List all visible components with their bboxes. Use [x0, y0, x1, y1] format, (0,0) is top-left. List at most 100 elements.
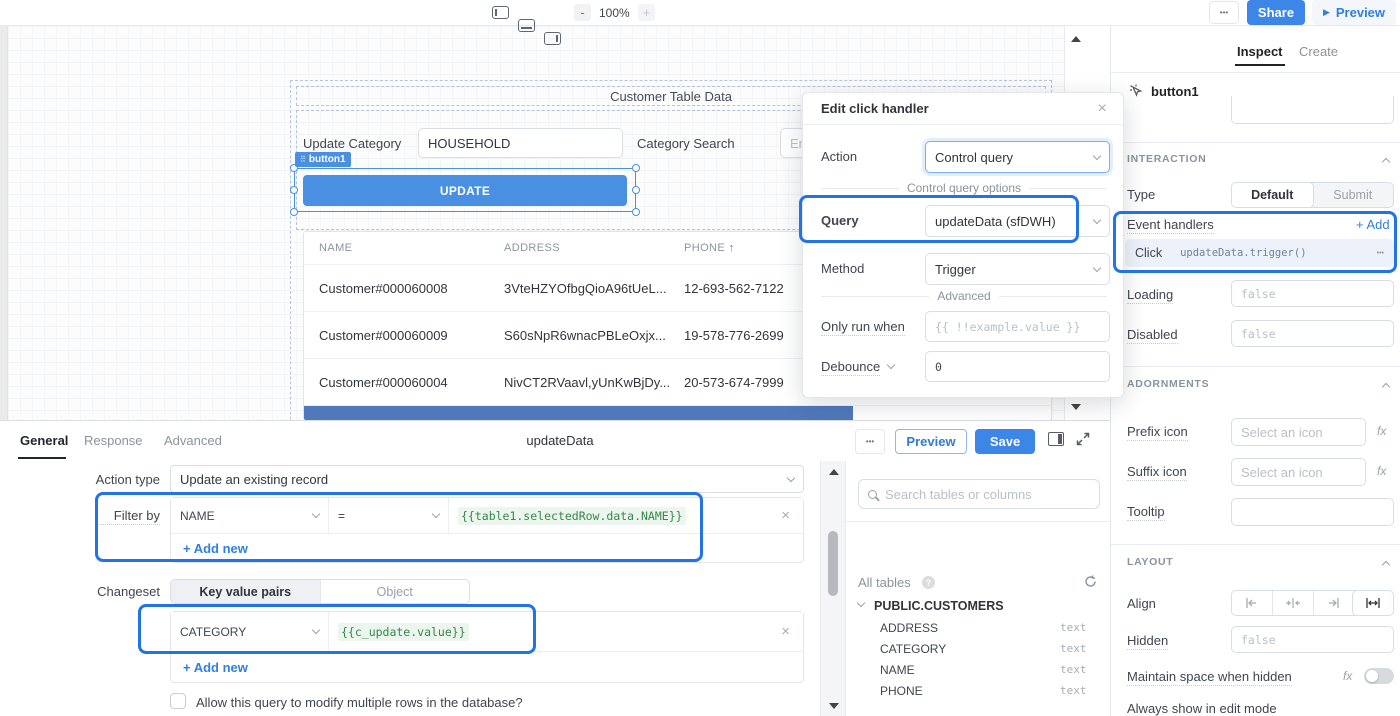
- suffix-icon-input[interactable]: Select an icon: [1231, 458, 1366, 486]
- event-row-more-icon[interactable]: •••: [1377, 250, 1384, 257]
- tab-advanced[interactable]: Advanced: [164, 433, 222, 448]
- schema-column-name[interactable]: ADDRESS: [880, 621, 938, 635]
- align-center-icon[interactable]: [1272, 591, 1313, 615]
- align-right-icon[interactable]: [1313, 591, 1354, 615]
- refresh-icon[interactable]: [1084, 575, 1097, 588]
- align-stretch-icon[interactable]: [1352, 590, 1394, 616]
- share-button[interactable]: Share: [1247, 0, 1305, 25]
- query-select[interactable]: updateData (sfDWH): [925, 205, 1110, 237]
- toggle-left-panel-icon[interactable]: [492, 6, 509, 19]
- remove-changeset-icon[interactable]: ×: [781, 624, 790, 639]
- filter-group: NAME = {{table1.selectedRow.data.NAME}} …: [170, 497, 804, 563]
- debounce-input[interactable]: 0: [925, 351, 1110, 382]
- type-option-default[interactable]: Default: [1231, 182, 1314, 208]
- hidden-input[interactable]: false: [1231, 626, 1394, 653]
- zoom-in-button[interactable]: +: [638, 4, 655, 21]
- filter-expression-input[interactable]: {{table1.selectedRow.data.NAME}} ×: [449, 498, 803, 533]
- scrollbar-thumb[interactable]: [828, 531, 838, 596]
- layout-header[interactable]: LAYOUT: [1127, 556, 1173, 568]
- scroll-up-icon[interactable]: [829, 469, 839, 475]
- close-icon[interactable]: ×: [1098, 101, 1107, 117]
- tab-general[interactable]: General: [20, 433, 68, 448]
- action-type-select[interactable]: Update an existing record: [170, 465, 804, 493]
- edit-click-handler-popup: Edit click handler × Action Control quer…: [802, 92, 1124, 398]
- action-select[interactable]: Control query: [925, 141, 1110, 173]
- prefix-icon-placeholder: Select an icon: [1241, 425, 1323, 440]
- column-header-address[interactable]: ADDRESS: [504, 242, 560, 254]
- event-handler-row[interactable]: Click updateData.trigger() •••: [1125, 239, 1394, 267]
- method-select[interactable]: Trigger: [925, 253, 1110, 285]
- component-badge[interactable]: ⠿ button1: [295, 152, 351, 167]
- drag-handle-icon[interactable]: ⠿: [300, 155, 306, 164]
- collapse-icon[interactable]: [1382, 383, 1390, 391]
- toggle-bottom-panel-icon[interactable]: [518, 19, 535, 32]
- more-menu-button[interactable]: •••: [1209, 1, 1239, 24]
- schema-column-name[interactable]: PHONE: [880, 684, 923, 698]
- add-changeset-button[interactable]: + Add new: [183, 660, 248, 675]
- preview-button[interactable]: ▶ Preview: [1312, 0, 1396, 25]
- scroll-down-icon[interactable]: [1071, 404, 1081, 410]
- column-header-phone[interactable]: PHONE ↑: [684, 242, 735, 254]
- filter-field-select[interactable]: NAME: [171, 498, 329, 533]
- zoom-out-button[interactable]: -: [574, 4, 591, 21]
- schema-search-input[interactable]: Search tables or columns: [858, 479, 1100, 509]
- tab-inspect[interactable]: Inspect: [1237, 44, 1283, 59]
- changeset-option-kv[interactable]: Key value pairs: [171, 580, 320, 603]
- disabled-input[interactable]: false: [1231, 320, 1394, 347]
- expand-icon[interactable]: [1076, 432, 1090, 446]
- only-run-when-input[interactable]: {{ !!example.value }}: [925, 311, 1110, 342]
- align-segmented[interactable]: [1231, 590, 1394, 616]
- prefix-icon-input[interactable]: Select an icon: [1231, 418, 1366, 446]
- canvas-gutter: [0, 26, 8, 420]
- fx-icon[interactable]: fx: [1343, 669, 1352, 683]
- interaction-header[interactable]: INTERACTION: [1127, 153, 1206, 165]
- schema-table-name[interactable]: PUBLIC.CUSTOMERS: [874, 599, 1004, 613]
- type-segmented[interactable]: Default Submit: [1231, 182, 1394, 208]
- add-filter-button[interactable]: + Add new: [183, 541, 248, 556]
- adornments-header[interactable]: ADORNMENTS: [1127, 378, 1209, 390]
- changeset-expression-input[interactable]: {{c_update.value}} ×: [329, 612, 803, 651]
- collapse-icon[interactable]: [1382, 561, 1390, 569]
- cell-address: NivCT2RVaavl,yUnKwBjDy...: [504, 375, 670, 390]
- editor-scrollbar[interactable]: [820, 461, 846, 716]
- changeset-option-object[interactable]: Object: [320, 580, 470, 603]
- clipped-text-input[interactable]: [1231, 96, 1394, 124]
- changeset-expression-value: {{c_update.value}}: [338, 623, 469, 641]
- align-left-icon[interactable]: [1232, 591, 1272, 615]
- help-icon[interactable]: ?: [922, 576, 935, 589]
- dock-panel-icon[interactable]: [1048, 432, 1064, 446]
- toggle-right-panel-icon[interactable]: [544, 32, 561, 45]
- collapse-icon[interactable]: [1382, 158, 1390, 166]
- tab-response[interactable]: Response: [84, 433, 143, 448]
- type-option-submit[interactable]: Submit: [1313, 183, 1394, 207]
- component-badge-label: button1: [309, 154, 346, 165]
- action-type-value: Update an existing record: [180, 472, 328, 487]
- chevron-down-icon: [1093, 151, 1101, 159]
- loading-input[interactable]: false: [1231, 280, 1394, 307]
- table-expand-icon[interactable]: [857, 599, 865, 607]
- maintain-space-toggle[interactable]: [1364, 668, 1394, 684]
- tab-create[interactable]: Create: [1299, 44, 1338, 59]
- fx-icon[interactable]: fx: [1377, 424, 1386, 438]
- update-category-label: Update Category: [303, 136, 401, 151]
- remove-filter-icon[interactable]: ×: [781, 508, 790, 523]
- add-event-handler-button[interactable]: + Add: [1356, 217, 1390, 232]
- query-save-button[interactable]: Save: [975, 429, 1035, 454]
- query-preview-button[interactable]: Preview: [895, 429, 967, 454]
- schema-column-name[interactable]: NAME: [880, 663, 915, 677]
- column-header-name[interactable]: NAME: [319, 242, 352, 254]
- scroll-up-icon[interactable]: [1071, 36, 1081, 42]
- schema-column-name[interactable]: CATEGORY: [880, 642, 946, 656]
- update-category-input[interactable]: HOUSEHOLD: [418, 128, 623, 158]
- filter-operator-select[interactable]: =: [329, 498, 449, 533]
- changeset-segmented[interactable]: Key value pairs Object: [170, 579, 470, 604]
- multiple-rows-checkbox[interactable]: [170, 693, 186, 709]
- fx-icon[interactable]: fx: [1377, 464, 1386, 478]
- scroll-down-icon[interactable]: [829, 703, 839, 709]
- query-more-button[interactable]: •••: [855, 429, 885, 454]
- changeset-field-select[interactable]: CATEGORY: [171, 612, 329, 651]
- debounce-label[interactable]: Debounce: [821, 359, 880, 376]
- selected-component-name: button1: [1151, 84, 1199, 99]
- tooltip-input[interactable]: [1231, 498, 1394, 526]
- table-row-selected-partial[interactable]: [304, 406, 853, 420]
